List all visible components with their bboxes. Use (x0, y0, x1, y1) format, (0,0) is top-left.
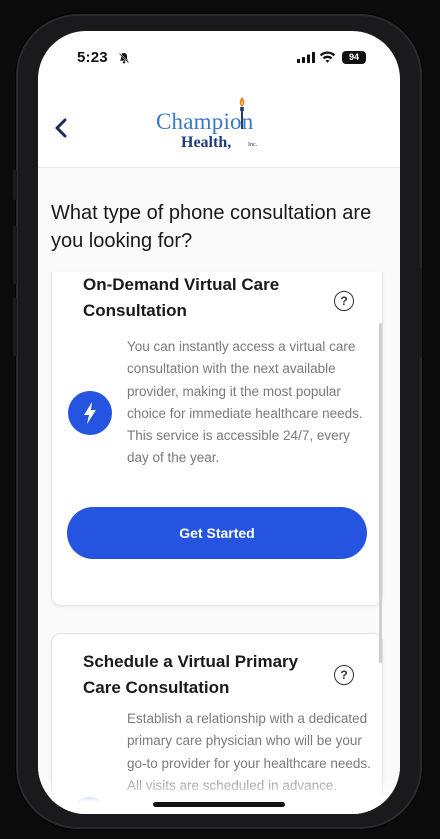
champion-health-logo: Champion Health, Inc. (156, 97, 280, 157)
card-title: On-Demand Virtual Care Consultation (83, 275, 280, 320)
card-description: You can instantly access a virtual care … (127, 339, 363, 466)
bell-silenced-icon (118, 52, 130, 64)
lightning-bolt-icon (68, 391, 112, 435)
get-started-button[interactable]: Get Started (67, 507, 367, 559)
torch-icon (239, 97, 245, 129)
app-header: Champion Health, Inc. (38, 83, 400, 168)
app-screen: 5:23 94 Champion Health, Inc. What type … (38, 31, 400, 814)
volume-down-button (13, 298, 17, 356)
scrollbar[interactable] (379, 323, 382, 663)
silent-switch (13, 170, 17, 200)
back-button[interactable] (52, 115, 72, 141)
content-area: What type of phone consultation are you … (38, 168, 400, 814)
power-button (418, 268, 422, 358)
volume-up-button (13, 226, 17, 284)
home-indicator[interactable] (153, 802, 285, 807)
status-bar: 5:23 94 (38, 31, 400, 83)
logo-wordmark-bottom: Health, (181, 134, 232, 151)
cellular-signal-icon (297, 52, 315, 63)
battery-icon: 94 (342, 51, 366, 64)
wifi-icon (319, 51, 336, 63)
help-icon[interactable]: ? (334, 291, 354, 311)
bottom-fade (38, 774, 400, 814)
page-question: What type of phone consultation are you … (51, 202, 372, 252)
card-title: Schedule a Virtual Primary Care Consulta… (83, 652, 299, 697)
status-time: 5:23 (77, 49, 108, 66)
on-demand-consultation-card[interactable]: On-Demand Virtual Care Consultation ? Yo… (51, 272, 383, 606)
help-icon[interactable]: ? (334, 665, 354, 685)
logo-suffix: Inc. (248, 142, 258, 148)
